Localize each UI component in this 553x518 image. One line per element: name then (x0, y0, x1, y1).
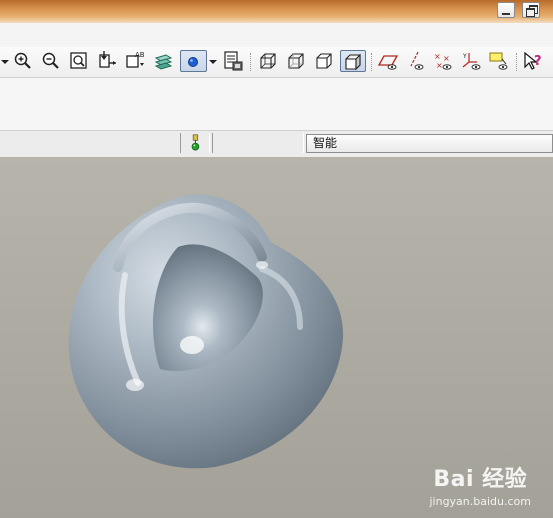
svg-text:×: × (434, 52, 441, 61)
overflow-dropdown-arrow[interactable] (1, 60, 9, 64)
layers-icon (154, 54, 173, 70)
display-style-button[interactable] (180, 50, 207, 72)
datum-points-button[interactable]: × × × (432, 50, 454, 72)
coordinate-systems-icon: Y (462, 53, 481, 70)
window-title-bar (0, 0, 553, 23)
display-style-icon (188, 57, 198, 67)
toolbar-separator (250, 53, 252, 71)
status-bar: 智能 (0, 130, 553, 158)
selection-filter-select[interactable]: 智能 (306, 134, 553, 153)
view-toolbar: AB × × × Y ? (0, 47, 553, 78)
refit-button[interactable] (68, 50, 90, 72)
datum-planes-button[interactable] (377, 50, 399, 72)
svg-text:×: × (436, 61, 443, 70)
hidden-line-button[interactable] (285, 50, 307, 72)
menu-bar (0, 23, 553, 48)
coordinate-systems-button[interactable]: Y (460, 50, 482, 72)
toolbar-separator (516, 53, 518, 71)
graphics-viewport[interactable]: Bai 经验 jingyan.baidu.com (0, 157, 553, 518)
datum-planes-icon (377, 55, 399, 70)
layers-button[interactable] (152, 50, 174, 72)
wireframe-icon (260, 53, 276, 69)
zoom-out-button[interactable] (40, 50, 62, 72)
saved-views-icon: AB (126, 51, 145, 68)
display-style-dropdown-arrow[interactable] (209, 60, 217, 64)
zoom-out-icon (42, 52, 59, 69)
svg-text:?: ? (534, 54, 542, 69)
zoom-in-icon (14, 52, 31, 69)
saved-views-button[interactable]: AB (124, 50, 146, 72)
shading-button[interactable] (340, 50, 366, 72)
shading-icon (345, 53, 361, 71)
regen-status-icon (191, 134, 200, 151)
no-hidden-button[interactable] (313, 50, 335, 72)
datum-axes-button[interactable] (405, 50, 427, 72)
reorient-button[interactable] (96, 50, 118, 72)
svg-text:Y: Y (462, 53, 467, 60)
minimize-button[interactable] (497, 2, 515, 18)
wireframe-button[interactable] (257, 50, 279, 72)
toolbar-separator (371, 53, 373, 71)
reorient-icon (99, 51, 116, 68)
view-manager-button[interactable] (222, 50, 244, 72)
refit-icon (70, 52, 87, 69)
annotations-icon (489, 52, 508, 70)
hidden-line-icon (288, 53, 304, 69)
context-help-icon: ? (524, 51, 542, 70)
annotations-button[interactable] (488, 50, 510, 72)
svg-text:AB: AB (135, 51, 145, 59)
restore-button[interactable] (522, 2, 540, 18)
zoom-in-button[interactable] (12, 50, 34, 72)
message-area (0, 78, 553, 130)
watermark-brand: Bai 经验 (433, 467, 528, 492)
no-hidden-icon (316, 53, 332, 69)
svg-text:×: × (443, 54, 450, 63)
datum-axes-icon (410, 51, 424, 70)
regen-status-cell (180, 133, 210, 153)
view-manager-icon (224, 51, 243, 71)
datum-points-icon: × × × (434, 52, 452, 70)
selection-filter-value: 智能 (313, 136, 338, 150)
status-message-cell (212, 133, 304, 153)
watermark-url: jingyan.baidu.com (429, 495, 531, 508)
watermark: Bai 经验 jingyan.baidu.com (429, 461, 531, 508)
context-help-button[interactable]: ? (522, 50, 544, 72)
